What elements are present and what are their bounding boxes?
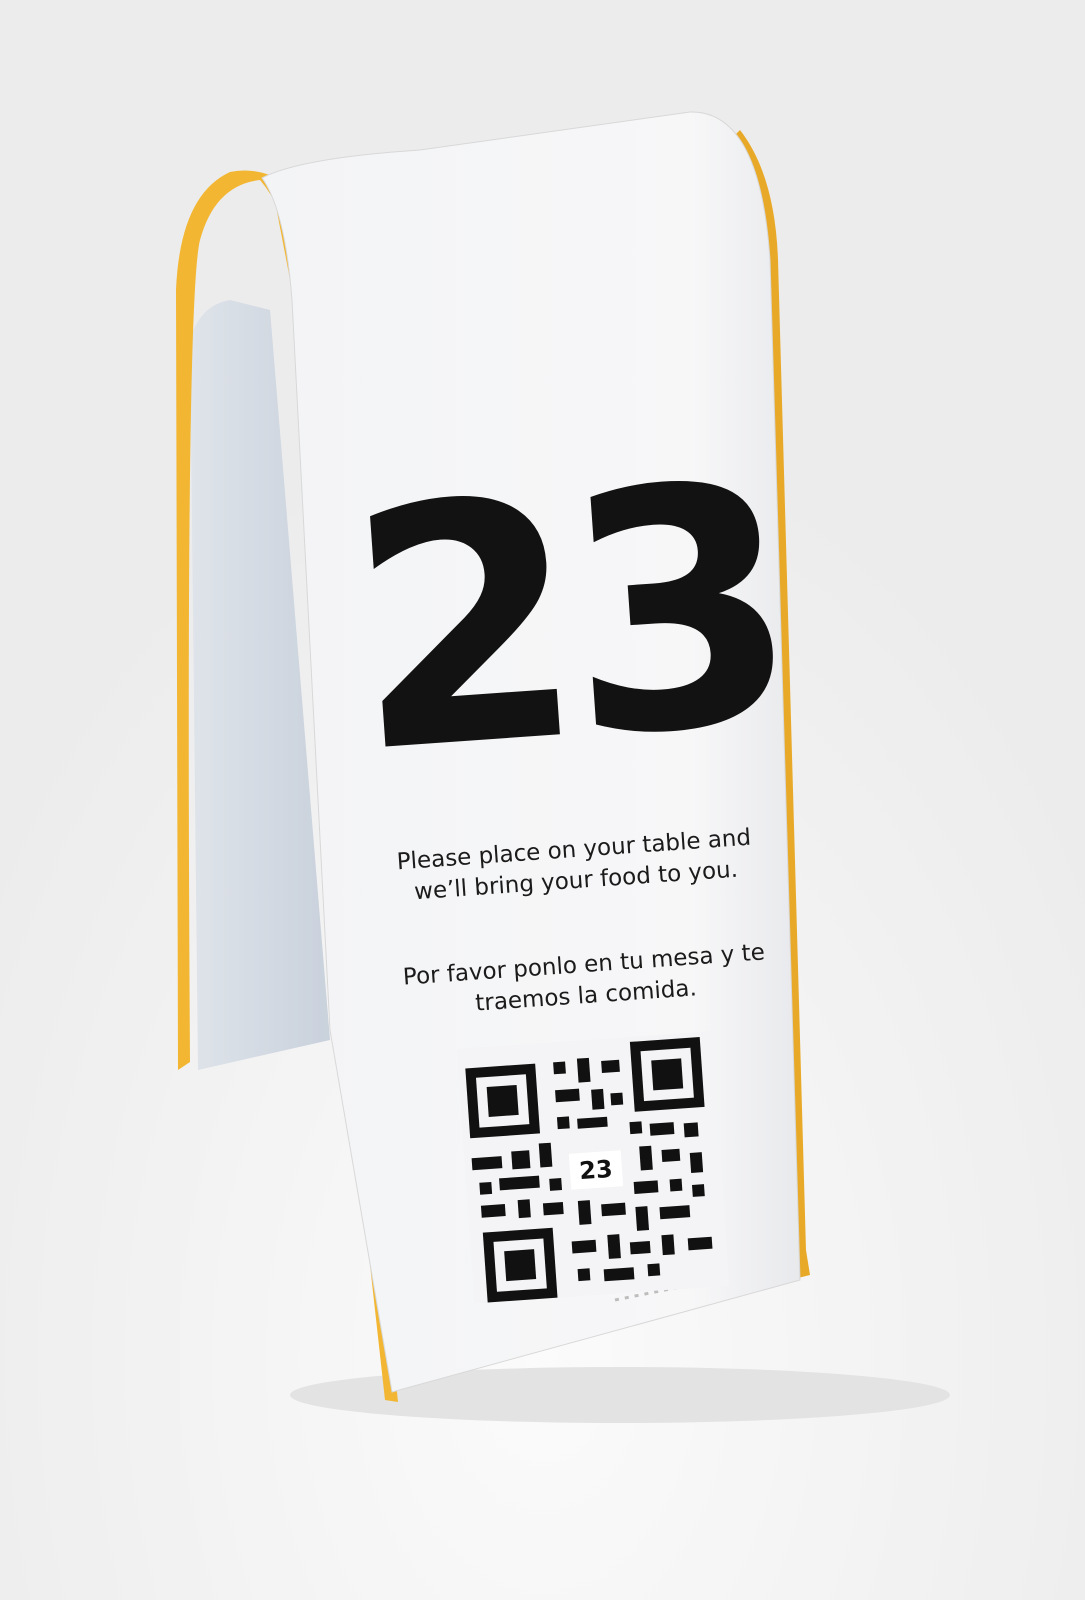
- table-number: 23: [338, 412, 796, 827]
- product-photo: 23 Please place on your table and we’ll …: [0, 0, 1085, 1600]
- qr-center-label: 23: [568, 1150, 624, 1190]
